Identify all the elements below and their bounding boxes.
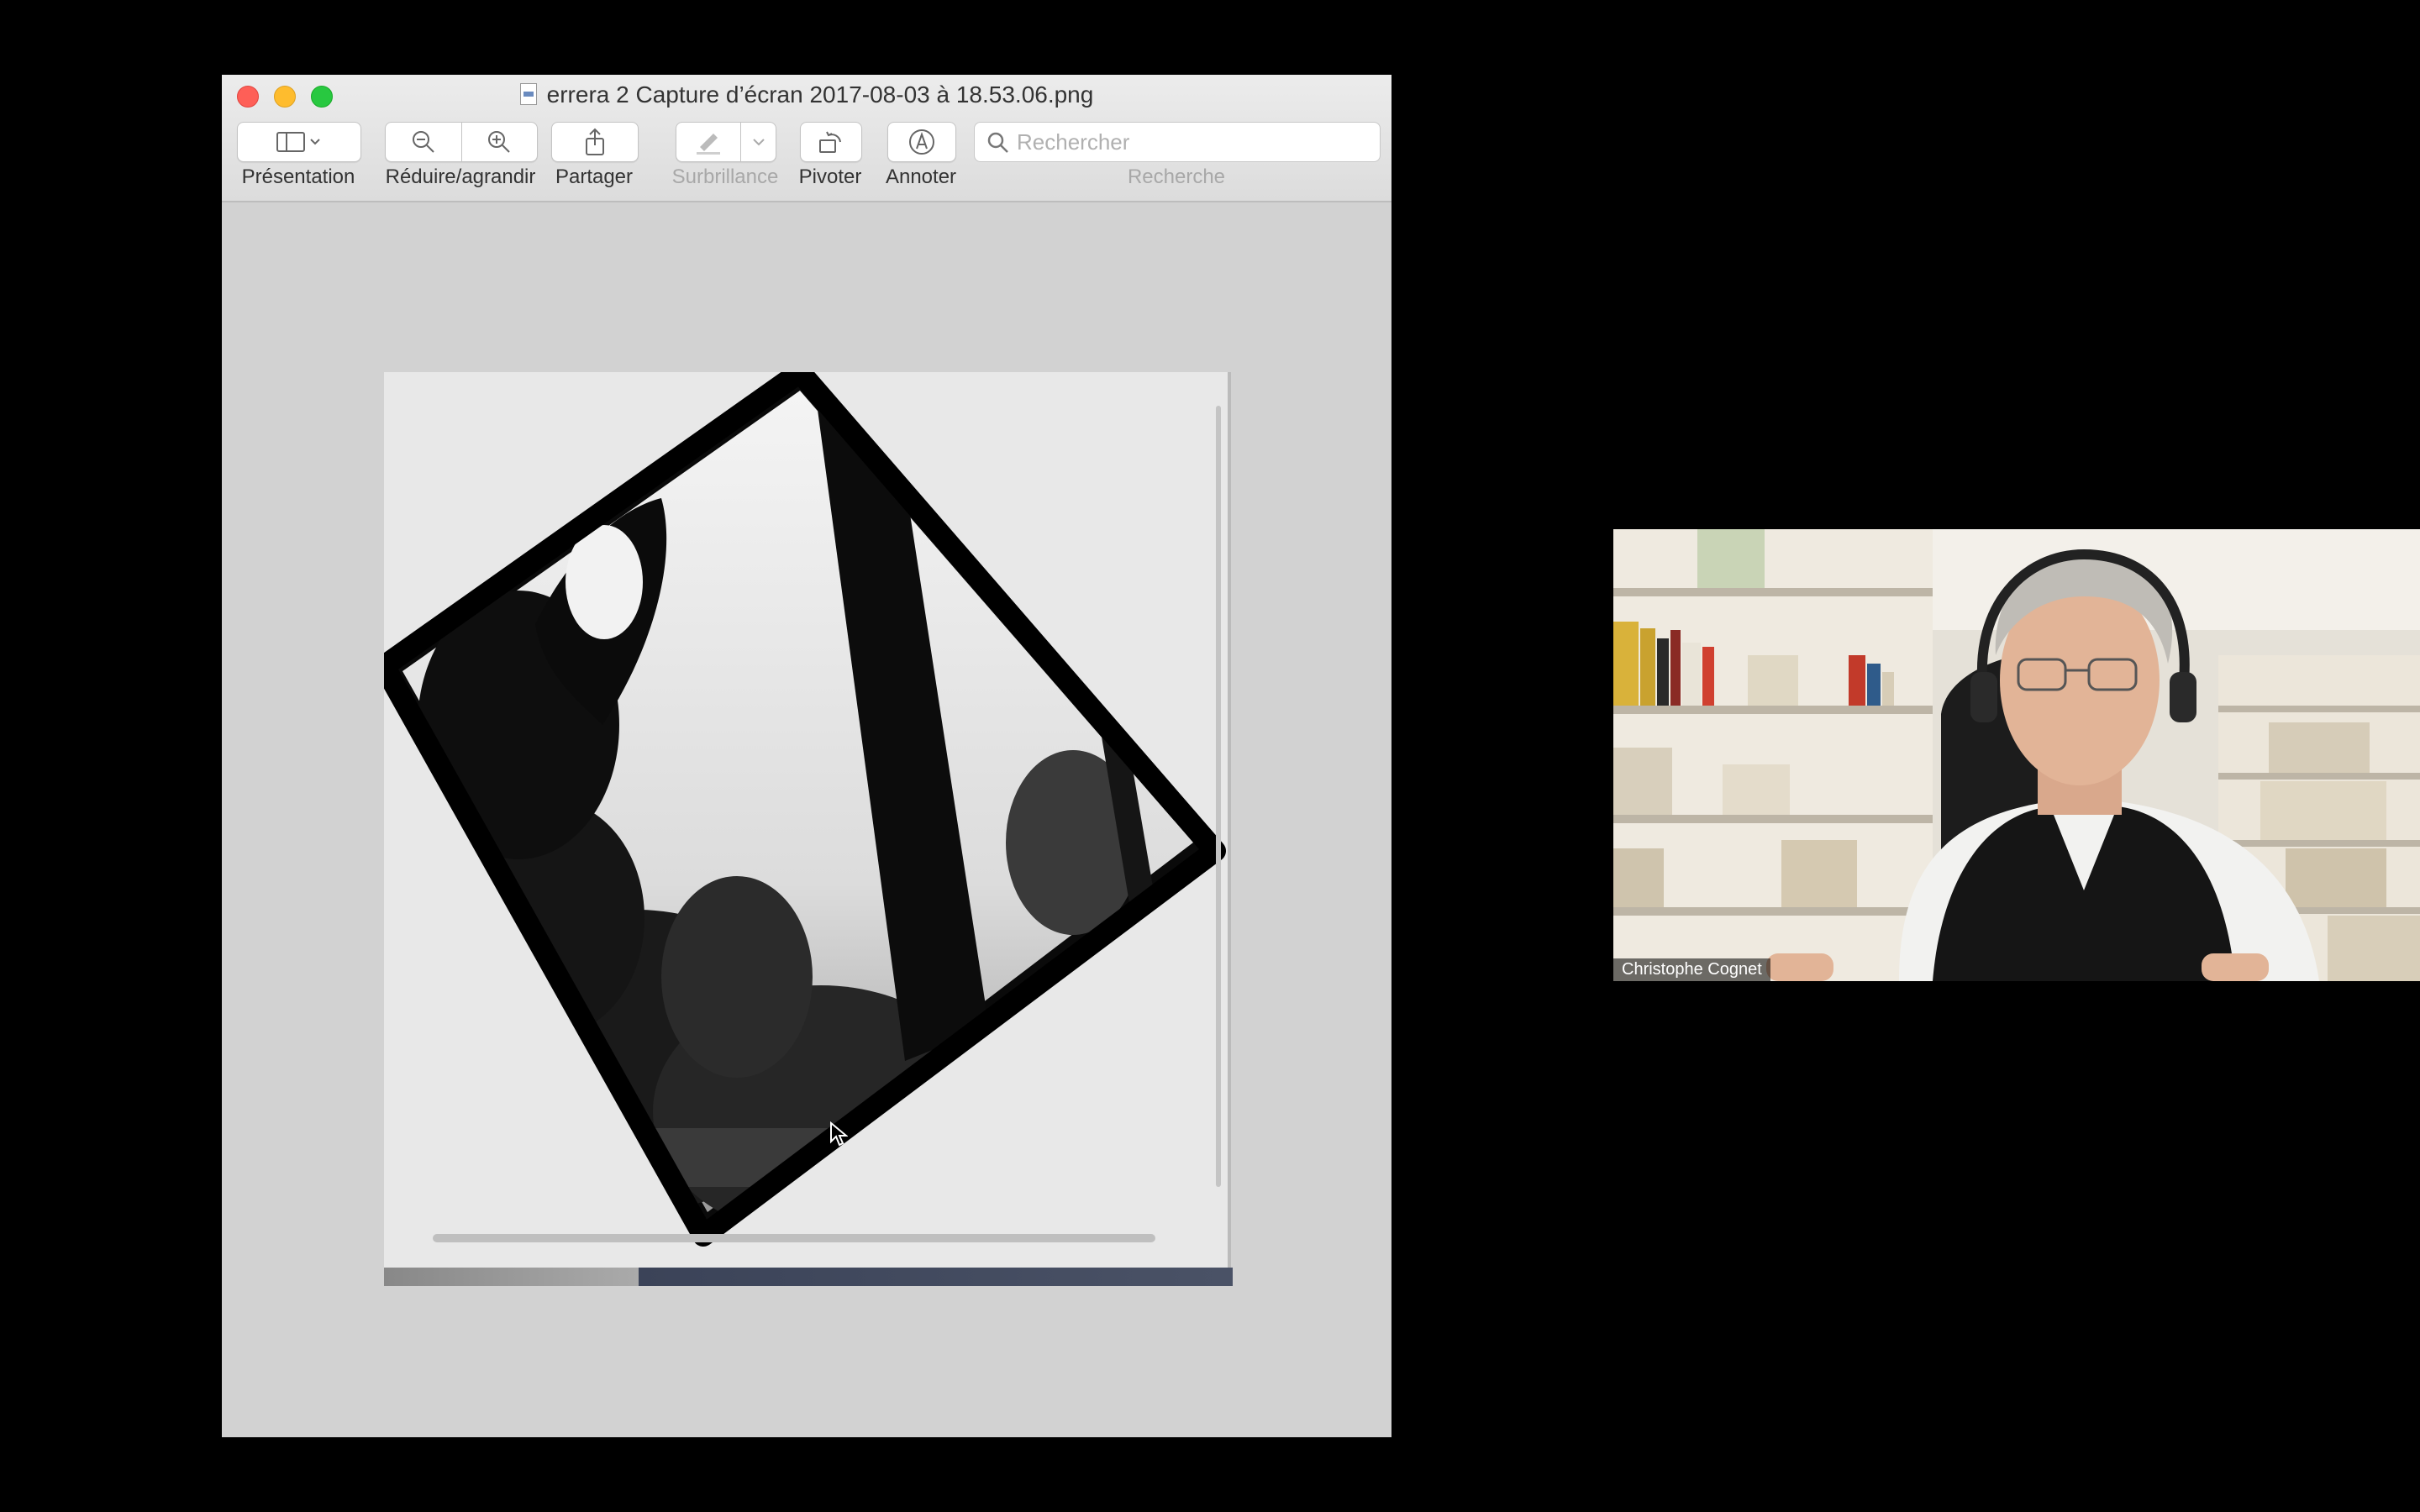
sidebar-icon xyxy=(276,132,320,152)
highlight-label: Surbrillance xyxy=(671,165,779,188)
zoom-out-button[interactable] xyxy=(386,129,461,155)
share-icon xyxy=(586,128,604,155)
horizontal-scrollbar[interactable] xyxy=(433,1234,1155,1242)
zoom-in-button[interactable] xyxy=(462,129,538,155)
preview-window: errera 2 Capture d’écran 2017-08-03 à 18… xyxy=(222,75,1392,1437)
vertical-scrollbar[interactable] xyxy=(1216,406,1221,1187)
highlight-control[interactable] xyxy=(676,122,776,162)
search-input[interactable] xyxy=(1015,128,1371,156)
rotate-icon xyxy=(819,131,841,153)
markup-pen-icon xyxy=(909,129,934,155)
share-label: Partager xyxy=(555,165,634,188)
search-icon xyxy=(987,132,1008,153)
participant-video-feed xyxy=(1613,529,2420,981)
annotate-label: Annoter xyxy=(885,165,957,188)
participant-video-tile[interactable]: Christophe Cognet xyxy=(1613,529,2420,981)
mouse-pointer-icon xyxy=(830,1121,848,1147)
window-title: errera 2 Capture d’écran 2017-08-03 à 18… xyxy=(546,81,1094,108)
zoom-in-icon xyxy=(488,131,510,153)
title-bar: errera 2 Capture d’écran 2017-08-03 à 18… xyxy=(222,75,1392,202)
search-field[interactable] xyxy=(974,122,1381,162)
sidebar-view-button[interactable] xyxy=(237,122,361,162)
share-button[interactable] xyxy=(551,122,639,162)
rotate-button[interactable] xyxy=(800,122,862,162)
highlight-menu-button[interactable] xyxy=(741,137,776,147)
participant-name-tag: Christophe Cognet xyxy=(1613,958,1770,981)
highlighter-icon xyxy=(697,134,720,155)
window-title-wrap: errera 2 Capture d’écran 2017-08-03 à 18… xyxy=(222,81,1392,108)
search-label: Recherche xyxy=(1127,165,1226,188)
zoom-out-icon xyxy=(412,131,434,153)
highlight-button[interactable] xyxy=(676,129,740,155)
chevron-down-icon xyxy=(752,139,765,146)
zoom-segmented-control[interactable] xyxy=(385,122,538,162)
presentation-label: Présentation xyxy=(241,165,355,188)
image-bottom-strip xyxy=(384,1268,1233,1286)
annotate-button[interactable] xyxy=(887,122,956,162)
png-file-icon xyxy=(519,83,537,105)
rotate-label: Pivoter xyxy=(798,165,862,188)
image-canvas[interactable] xyxy=(384,372,1231,1268)
zoom-label: Réduire/agrandir xyxy=(385,165,536,188)
rotated-forest-photo xyxy=(384,372,1226,1247)
